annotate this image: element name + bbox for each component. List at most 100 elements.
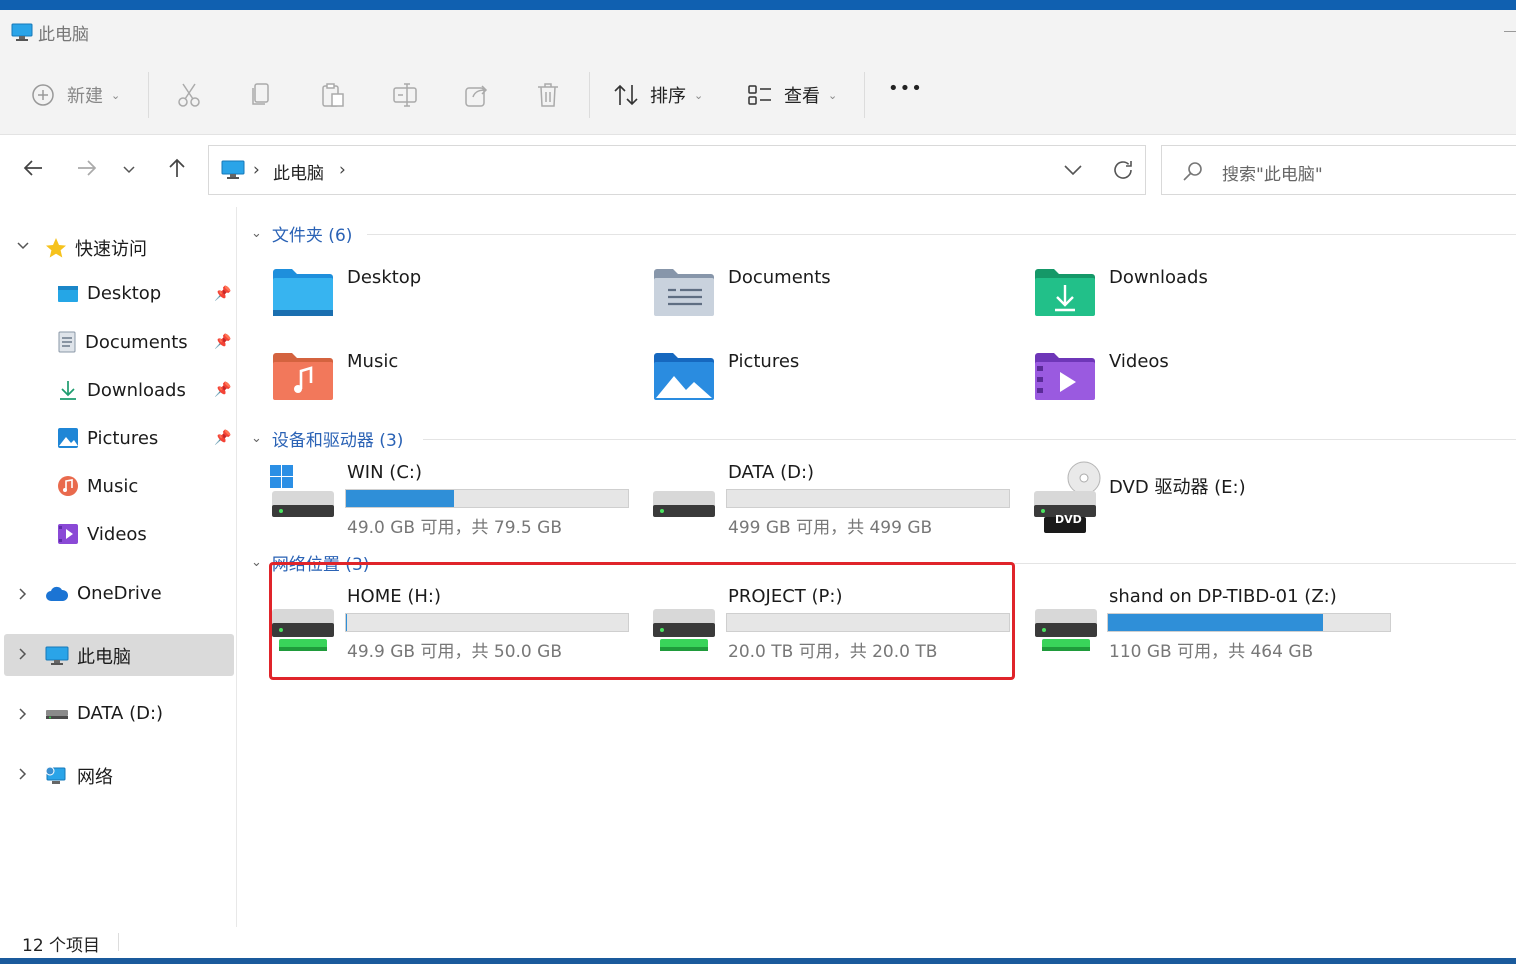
- drive-usage-bar: [345, 489, 629, 508]
- recent-locations-button[interactable]: [122, 161, 136, 180]
- sidebar-item-onedrive[interactable]: OneDrive: [45, 583, 162, 604]
- drive-icon: [650, 465, 718, 527]
- refresh-button[interactable]: [1111, 158, 1135, 186]
- sidebar-item-label: OneDrive: [77, 583, 162, 604]
- up-button[interactable]: [166, 157, 188, 183]
- sidebar-item-desktop[interactable]: Desktop: [57, 283, 161, 304]
- sidebar-item-network[interactable]: 网络: [45, 763, 113, 789]
- sidebar-item-pictures[interactable]: Pictures: [57, 427, 158, 449]
- sidebar-item-this-pc[interactable]: 此电脑: [45, 643, 131, 669]
- search-box[interactable]: 搜索"此电脑": [1161, 145, 1516, 195]
- toolbar-divider: [589, 72, 590, 118]
- copy-button[interactable]: [249, 82, 273, 108]
- breadcrumb-chevron-icon[interactable]: ›: [339, 160, 346, 180]
- trash-icon: [538, 83, 558, 107]
- pictures-folder-icon: [652, 350, 716, 406]
- folder-name: Music: [347, 351, 399, 372]
- title-bar: 此电脑: [0, 10, 1516, 54]
- videos-folder-icon: [1033, 350, 1097, 406]
- share-button[interactable]: [464, 82, 490, 108]
- documents-folder-icon: [652, 266, 716, 322]
- status-divider: [118, 933, 119, 951]
- pin-icon[interactable]: 📌: [214, 286, 231, 302]
- address-history-button[interactable]: [1063, 162, 1083, 181]
- expand-network-icon[interactable]: [18, 767, 28, 785]
- group-header-folders[interactable]: ⌄ 文件夹 (6): [251, 221, 352, 246]
- expand-data-drive-icon[interactable]: [18, 707, 28, 725]
- arrow-up-icon: [169, 158, 185, 177]
- sidebar-item-music[interactable]: Music: [57, 475, 138, 497]
- delete-button[interactable]: [536, 82, 560, 108]
- this-pc-icon: [45, 646, 69, 666]
- downloads-folder-icon: [1033, 266, 1097, 322]
- drive-name: shand on DP-TIBD-01 (Z:): [1109, 586, 1337, 607]
- expand-onedrive-icon[interactable]: [18, 587, 28, 605]
- drive-usage-fill: [1108, 614, 1324, 631]
- pictures-icon: [57, 427, 79, 449]
- address-bar[interactable]: › 此电脑 ›: [208, 145, 1146, 195]
- drive-usage-bar: [1107, 613, 1391, 632]
- new-button[interactable]: 新建 ⌄: [31, 82, 120, 108]
- command-bar: 新建 ⌄ 排序 ⌄ 查看 ⌄ •••: [0, 54, 1516, 135]
- sidebar-item-label: Videos: [87, 523, 147, 545]
- sidebar-item-quick-access[interactable]: 快速访问: [45, 235, 147, 261]
- group-divider: [423, 439, 1516, 440]
- chevron-down-icon: ⌄: [251, 555, 262, 570]
- copy-icon: [252, 83, 269, 105]
- back-button[interactable]: [22, 157, 44, 183]
- pin-icon[interactable]: 📌: [214, 382, 231, 398]
- drive-usage-text: 110 GB 可用，共 464 GB: [1109, 642, 1314, 662]
- folder-name: Pictures: [728, 351, 800, 372]
- toolbar-divider: [864, 72, 865, 118]
- forward-button[interactable]: [76, 157, 98, 183]
- sidebar-item-data-drive[interactable]: DATA (D:): [45, 703, 163, 724]
- sort-label: 排序: [650, 86, 686, 107]
- pin-icon[interactable]: 📌: [214, 334, 231, 350]
- add-circle-icon: [32, 84, 54, 106]
- drive-usage-text: 49.0 GB 可用，共 79.5 GB: [347, 518, 562, 538]
- chevron-down-icon: ⌄: [694, 88, 704, 102]
- window-top-accent: [0, 0, 1516, 10]
- star-icon: [45, 237, 67, 259]
- folder-name: Desktop: [347, 267, 422, 288]
- network-drive-icon: [1032, 599, 1100, 661]
- sidebar-item-label: Documents: [85, 331, 188, 353]
- more-options-button[interactable]: •••: [888, 78, 923, 99]
- breadcrumb-chevron-icon: ›: [253, 160, 260, 180]
- folder-name: Videos: [1109, 351, 1169, 372]
- chevron-down-icon: ⌄: [251, 431, 262, 446]
- expand-this-pc-icon[interactable]: [18, 647, 28, 665]
- share-icon: [465, 85, 488, 107]
- sidebar-item-label: 快速访问: [75, 239, 147, 260]
- paste-button[interactable]: [320, 82, 346, 108]
- rename-button[interactable]: [392, 82, 418, 108]
- breadcrumb-this-pc[interactable]: 此电脑: [273, 159, 324, 184]
- desktop-folder-icon: [57, 285, 79, 303]
- pin-icon[interactable]: 📌: [214, 430, 231, 446]
- scissors-icon: [178, 83, 200, 107]
- this-pc-icon: [221, 160, 245, 184]
- view-label: 查看: [784, 86, 820, 107]
- group-header-devices[interactable]: ⌄ 设备和驱动器 (3): [251, 426, 403, 451]
- chevron-down-icon: ⌄: [251, 226, 262, 241]
- collapse-quick-access-icon[interactable]: [16, 239, 30, 255]
- cloud-icon: [45, 586, 69, 602]
- minimize-button[interactable]: [1504, 31, 1516, 32]
- sidebar-item-label: Desktop: [87, 283, 162, 304]
- group-title: 设备和驱动器 (3): [271, 431, 404, 451]
- refresh-icon: [1114, 161, 1132, 179]
- view-button[interactable]: 查看 ⌄: [747, 82, 837, 108]
- toolbar-divider: [148, 72, 149, 118]
- sidebar-item-documents[interactable]: Documents: [57, 331, 188, 353]
- sidebar-item-label: DATA (D:): [77, 703, 164, 724]
- sort-button[interactable]: 排序 ⌄: [613, 82, 703, 108]
- download-arrow-icon: [57, 379, 79, 401]
- navigation-pane: 快速访问 Desktop 📌 Documents 📌 Downloads 📌 P…: [0, 207, 237, 927]
- chevron-down-icon: [123, 166, 135, 174]
- sidebar-item-videos[interactable]: Videos: [57, 523, 147, 545]
- sidebar-item-downloads[interactable]: Downloads: [57, 379, 186, 401]
- cut-button[interactable]: [176, 82, 202, 108]
- desktop-folder-icon: [271, 266, 335, 322]
- clipboard-icon: [322, 83, 344, 107]
- more-label: •••: [888, 78, 923, 99]
